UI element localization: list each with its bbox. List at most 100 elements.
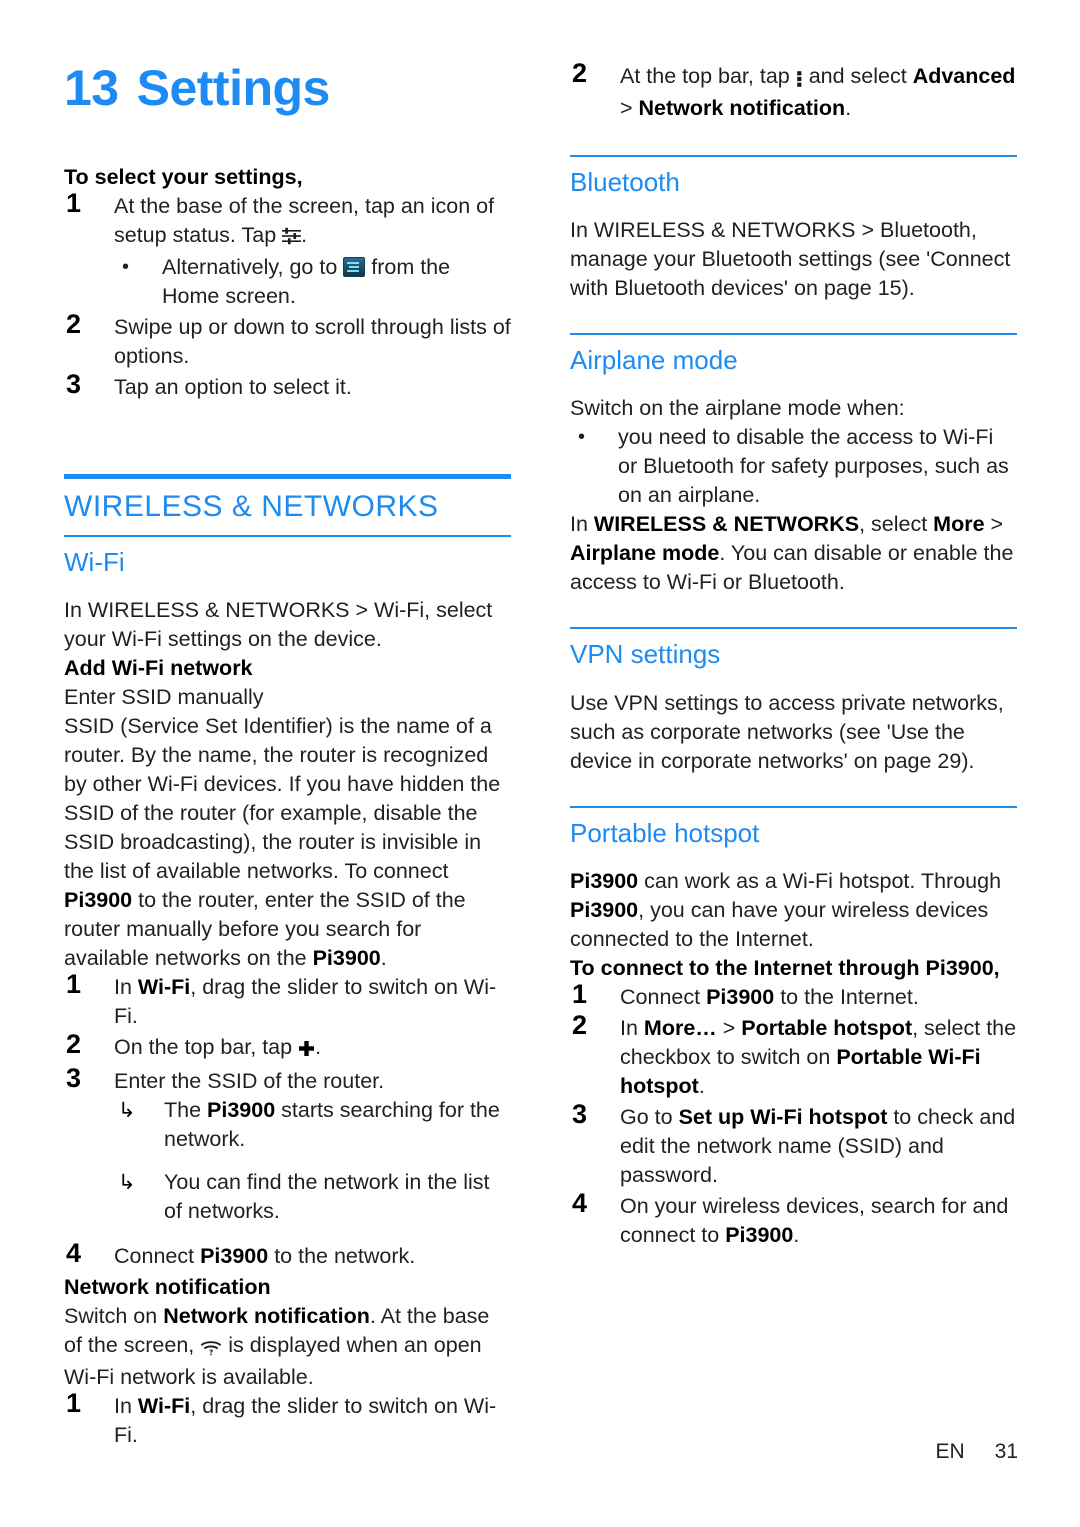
section-heading-text: WIRELESS & NETWORKS	[64, 489, 439, 523]
product-name: Pi3900	[570, 868, 639, 893]
result-text: You can find the network in the list of …	[164, 1169, 490, 1223]
step-text: In	[620, 1015, 644, 1040]
ssid-paragraph: SSID (Service Set Identifier) is the nam…	[64, 712, 511, 973]
ui-label: Airplane mode	[570, 541, 720, 566]
step-text: On your wireless devices, search for and…	[620, 1193, 1009, 1247]
step-text: At the top bar, tap	[620, 64, 796, 88]
ui-label: Advanced	[912, 64, 1016, 88]
hotspot-steps-list: 1 Connect Pi3900 to the Internet. 2 In Mor…	[570, 978, 1017, 1250]
kebab-menu-icon	[796, 65, 803, 94]
list-item: 3 Tap an option to select it.	[64, 368, 511, 402]
wifi-steps-list: 1 In Wi-Fi, drag the slider to switch on …	[64, 968, 511, 1271]
ui-label: Portable hotspot	[741, 1015, 913, 1040]
bullet-text: Alternatively, go to	[162, 254, 344, 279]
left-column: 13 Settings To select your settings, 1 At …	[64, 62, 511, 1452]
section-heading-text: Bluetooth	[570, 167, 680, 197]
bullet-marker: •	[578, 426, 586, 449]
sliders-icon	[282, 224, 302, 253]
step-text: Connect	[114, 1243, 201, 1268]
step-number: 1	[572, 978, 588, 1009]
step-number: 2	[572, 1009, 588, 1040]
step-text-tail: .	[301, 222, 308, 247]
section-heading-bluetooth: Bluetooth	[570, 155, 1017, 198]
section-heading-text: Airplane mode	[570, 345, 738, 376]
ui-label: Network notification	[638, 96, 846, 120]
step-number: 3	[572, 1098, 588, 1129]
step-text: Swipe up or down to scroll through lists…	[114, 314, 511, 368]
continued-steps-list: 2 At the top bar, tap and select Advanced…	[570, 58, 1017, 123]
network-notification-paragraph: Switch on Network notification. At the b…	[64, 1302, 511, 1392]
section-heading-text: Portable hotspot	[570, 817, 760, 848]
bluetooth-paragraph: In WIRELESS & NETWORKS > Bluetooth, mana…	[570, 218, 1011, 301]
section-heading-wireless-networks: WIRELESS & NETWORKS	[64, 473, 511, 525]
step-number: 4	[66, 1237, 82, 1268]
footer-page-number: 31	[994, 1440, 1018, 1463]
step-text-tail: .	[793, 1222, 800, 1247]
step-text-tail: .	[698, 1073, 705, 1098]
ui-label: WIRELESS & NETWORKS	[593, 512, 860, 537]
bullet-text: you need to disable the access to Wi-Fi …	[618, 425, 1009, 508]
list-item: 3 Go to Set up Wi-Fi hotspot to check and…	[570, 1098, 1017, 1190]
add-wifi-network-heading: Add Wi-Fi network	[64, 655, 253, 680]
section-heading-airplane-mode: Airplane mode	[570, 333, 1017, 376]
step-text-2: and select	[802, 64, 913, 88]
product-name: Pi3900	[570, 897, 639, 922]
section-heading-portable-hotspot: Portable hotspot	[570, 805, 1017, 849]
step-text: In	[114, 974, 138, 999]
list-item: 1 Connect Pi3900 to the Internet.	[570, 978, 1017, 1012]
wifi-question-icon	[200, 1334, 222, 1363]
step-text: On the top bar, tap	[114, 1034, 299, 1059]
step-text-tail: to the network.	[268, 1243, 416, 1268]
step-text: Enter the SSID of the router.	[114, 1068, 385, 1093]
ssid-text-3: .	[380, 945, 387, 970]
ui-label: Wi-Fi	[137, 1393, 191, 1418]
hotspot-text-1: can work as a Wi-Fi hotspot. Through	[638, 868, 1002, 893]
wifi-step-results: ↳ The Pi3900 starts searching for the net…	[114, 1096, 511, 1226]
airplane-text-1: In	[570, 512, 594, 537]
product-name: Pi3900	[706, 984, 775, 1009]
step-text-tail: .	[315, 1034, 322, 1059]
ui-label: Set up Wi-Fi hotspot	[678, 1104, 888, 1129]
list-item: 2 In More… > Portable hotspot, select the…	[570, 1009, 1017, 1101]
step-number: 3	[66, 1062, 82, 1093]
right-column: 2 At the top bar, tap and select Advanced…	[570, 58, 1017, 1252]
ui-label: More	[933, 512, 985, 537]
step-number: 2	[572, 58, 588, 88]
page-title: 13 Settings	[64, 62, 511, 115]
bullet-marker: •	[122, 255, 130, 278]
airplane-text-2: , select	[859, 512, 934, 537]
footer-language: EN	[935, 1440, 965, 1463]
section-heading-wifi: Wi-Fi	[64, 534, 511, 578]
step-number: 4	[572, 1187, 588, 1218]
section-heading-vpn-settings: VPN settings	[570, 627, 1017, 670]
ssid-text-1: SSID (Service Set Identifier) is the nam…	[64, 713, 501, 883]
list-item: 2 Swipe up or down to scroll through list…	[64, 309, 511, 371]
ui-label: Network notification	[163, 1303, 370, 1328]
airplane-bullets: • you need to disable the access to Wi-Fi…	[570, 423, 1017, 510]
step-number: 1	[66, 1387, 82, 1418]
step-text: Connect	[620, 984, 707, 1009]
step-number: 1	[66, 968, 82, 999]
product-name: Pi3900	[207, 1097, 276, 1122]
step-text: Tap an option to select it.	[114, 374, 352, 399]
wifi-intro-paragraph: In WIRELESS & NETWORKS > Wi-Fi, select y…	[64, 597, 493, 651]
list-item: 1 At the base of the screen, tap an icon …	[64, 188, 511, 311]
list-item: 2 On the top bar, tap .	[64, 1029, 511, 1065]
result-arrow-icon: ↳	[118, 1098, 136, 1122]
product-name: Pi3900	[64, 887, 133, 912]
airplane-text-3: >	[984, 512, 1004, 537]
airplane-paragraph: In WIRELESS & NETWORKS, select More > Ai…	[570, 510, 1017, 597]
notif-text-1: Switch on	[64, 1303, 164, 1328]
list-item: • you need to disable the access to Wi-Fi…	[570, 423, 1017, 510]
section-heading-text: Wi-Fi	[64, 546, 125, 577]
step-number: 3	[66, 368, 82, 399]
intro-heading: To select your settings,	[64, 164, 303, 189]
list-item: • Alternatively, go to from the Home scre…	[114, 253, 511, 311]
list-item: 4 Connect Pi3900 to the network.	[64, 1237, 511, 1271]
list-item: 4 On your wireless devices, search for an…	[570, 1187, 1017, 1250]
chapter-number: 13	[64, 60, 119, 116]
step-text: In	[114, 1393, 138, 1418]
chapter-title-text: Settings	[136, 60, 331, 116]
page-footer: EN 31	[0, 1440, 1080, 1464]
list-item: ↳ You can find the network in the list of…	[114, 1168, 511, 1226]
